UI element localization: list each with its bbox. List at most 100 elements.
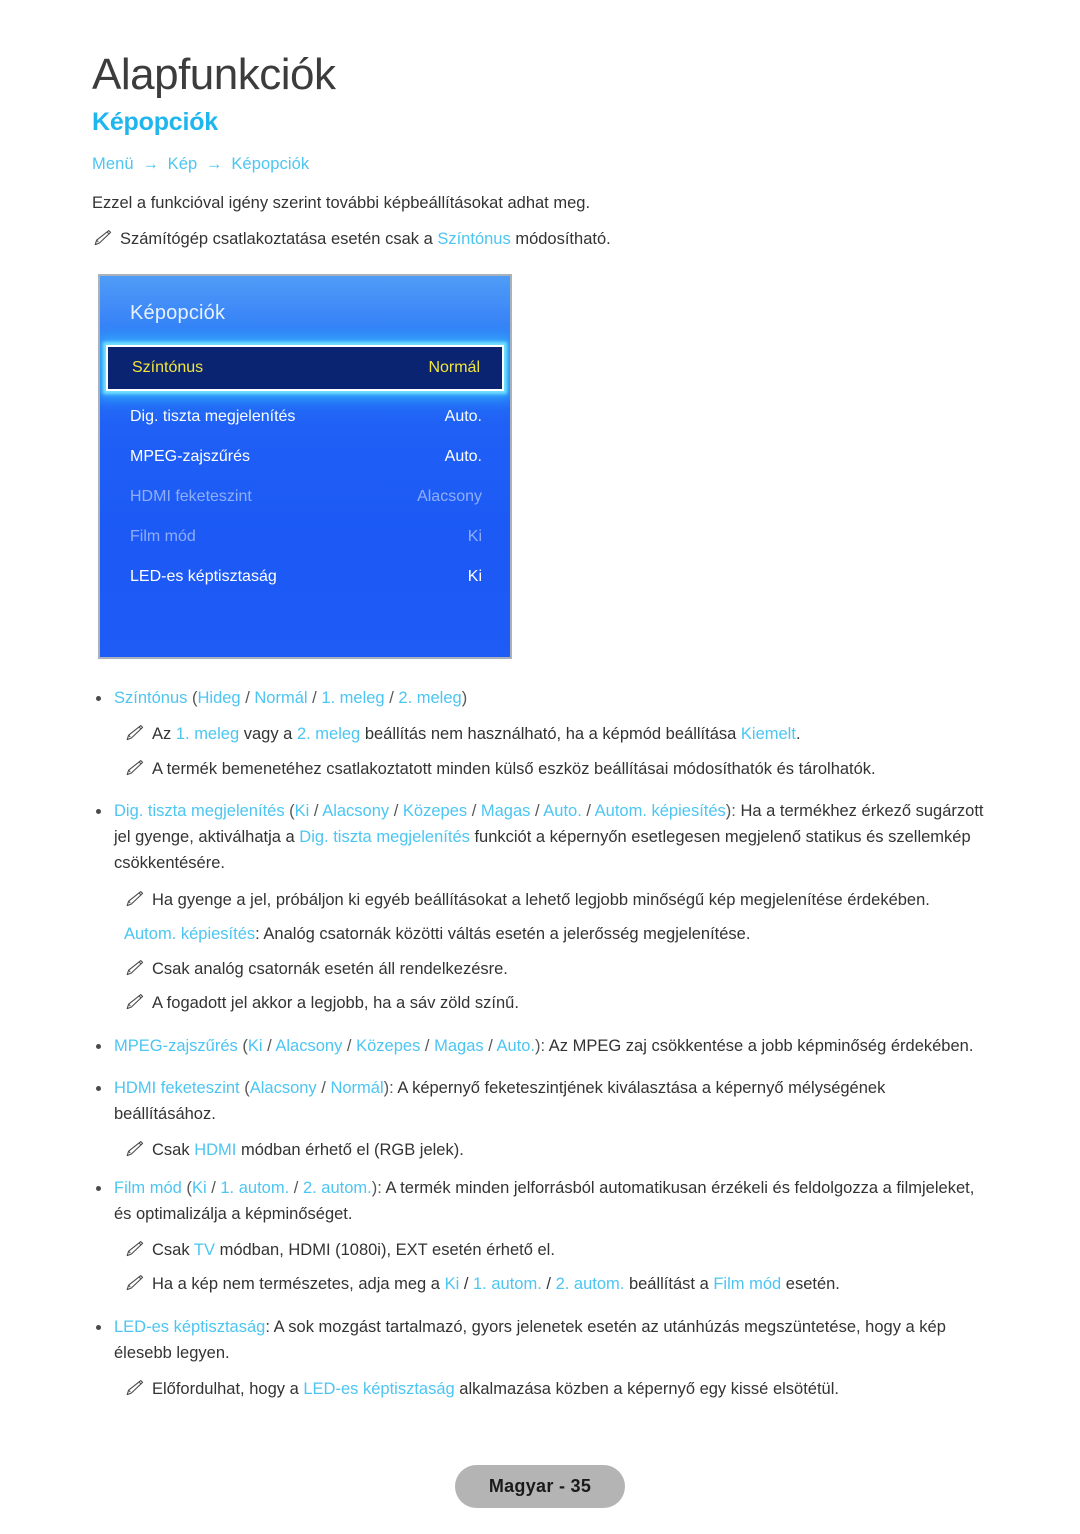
slash: / — [483, 1036, 497, 1055]
osd-row-led-es-keptisztasag[interactable]: LED-es képtisztaság Ki — [100, 557, 510, 597]
note-text: Csak analóg csatornák esetén áll rendelk… — [152, 959, 508, 978]
pencil-icon — [124, 993, 144, 1011]
bullet-text: Az MPEG zaj csökkentése a jobb képminősé… — [548, 1036, 974, 1055]
option-autom-kepiesites: Autom. képiesítés — [594, 802, 726, 821]
option-1-meleg: 1. meleg — [321, 689, 385, 708]
term-autom-kepiesites: Autom. képiesítés — [124, 925, 256, 944]
option-magas: Magas — [434, 1036, 484, 1055]
slash: / — [530, 802, 544, 821]
bullet-szintonus: Színtónus (Hideg / Normál / 1. meleg / 2… — [92, 685, 988, 711]
pencil-icon — [124, 1240, 144, 1258]
osd-row-value: Normál — [428, 359, 480, 377]
slash: / — [289, 1178, 303, 1197]
option-1-autom: 1. autom. — [473, 1275, 542, 1294]
breadcrumb-item-kepopciok[interactable]: Képopciók — [231, 155, 309, 173]
bullet-film-mod: Film mód (Ki / 1. autom. / 2. autom.): A… — [92, 1175, 988, 1227]
paren-open: ( — [181, 1178, 192, 1197]
breadcrumb: Menü → Kép → Képopciók — [92, 155, 988, 174]
term-led-es-keptisztasag: LED-es képtisztaság — [303, 1379, 455, 1398]
osd-row-mpeg-zajszures[interactable]: MPEG-zajszűrés Auto. — [100, 437, 510, 477]
term-szintonus: Színtónus — [437, 229, 511, 248]
note-csak-analog: Csak analóg csatornák esetén áll rendelk… — [124, 957, 988, 983]
term-dig-tiszta-megjelenites: Dig. tiszta megjelenítés — [114, 802, 285, 821]
slash: / — [206, 1178, 221, 1197]
osd-row-label: LED-es képtisztaság — [130, 568, 277, 586]
bullet-dig-tiszta-megjelenites: Dig. tiszta megjelenítés (Ki / Alacsony … — [92, 798, 988, 876]
osd-row-value: Ki — [467, 568, 482, 586]
option-1-autom: 1. autom. — [220, 1178, 290, 1197]
chevron-right-icon: → — [206, 155, 223, 174]
slash: / — [307, 689, 322, 708]
page-footer: Magyar - 35 — [0, 1465, 1080, 1508]
chapter-title: Alapfunkciók — [92, 50, 336, 99]
slash: / — [342, 1036, 357, 1055]
note-text: Ha a kép nem természetes, adja meg a Ki … — [152, 1275, 840, 1294]
bullet-mpeg-zajszures: MPEG-zajszűrés (Ki / Alacsony / Közepes … — [92, 1033, 988, 1059]
bullet-led-es-keptisztasag: LED-es képtisztaság: A sok mozgást tarta… — [92, 1314, 988, 1366]
osd-row-label: HDMI feketeszint — [130, 488, 252, 506]
osd-row-label: MPEG-zajszűrés — [130, 448, 251, 466]
pencil-icon — [124, 1274, 144, 1292]
osd-row-film-mod: Film mód Ki — [100, 517, 510, 557]
osd-row-value: Auto. — [444, 448, 482, 466]
term-led-es-keptisztasag: LED-es képtisztaság — [114, 1317, 266, 1336]
note-nem-termeszetes: Ha a kép nem természetes, adja meg a Ki … — [124, 1272, 988, 1298]
manual-page: Alapfunkciók Képopciók Menü → Kép → Képo… — [0, 0, 1080, 1534]
note-csak-hdmi: Csak HDMI módban érhető el (RGB jelek). — [124, 1138, 988, 1164]
option-magas: Magas — [480, 802, 531, 821]
paren-open: ( — [284, 802, 295, 821]
note-kulso-eszkoz: A termék bemenetéhez csatlakoztatott min… — [124, 757, 988, 783]
option-alacsony: Alacsony — [275, 1036, 343, 1055]
term-mpeg-zajszures: MPEG-zajszűrés — [114, 1036, 238, 1055]
option-1-meleg: 1. meleg — [175, 725, 240, 744]
pencil-icon — [124, 759, 144, 777]
slash: / — [316, 1078, 331, 1097]
paren-close: ): — [383, 1078, 398, 1097]
section-title: Képopciók — [92, 108, 218, 137]
breadcrumb-item-menu[interactable]: Menü — [92, 155, 134, 173]
osd-row-szintonus[interactable]: Színtónus Normál — [106, 345, 504, 392]
osd-row-label: Dig. tiszta megjelenítés — [130, 408, 296, 426]
option-kozepes: Közepes — [356, 1036, 421, 1055]
page-number-badge: Magyar - 35 — [454, 1465, 626, 1508]
option-ki: Ki — [444, 1275, 460, 1294]
osd-row-label: Színtónus — [132, 359, 204, 377]
paren-close: ) — [461, 689, 468, 708]
slash: / — [420, 1036, 435, 1055]
osd-row-value: Auto. — [444, 408, 482, 426]
option-2-meleg: 2. meleg — [398, 689, 462, 708]
paren-close: ): — [535, 1036, 549, 1055]
note-intro: Számítógép csatlakoztatása esetén csak a… — [92, 227, 988, 253]
pencil-icon — [124, 890, 144, 908]
paragraph-text: : Analóg csatornák közötti váltás esetén… — [255, 925, 751, 944]
paren-open: ( — [239, 1078, 250, 1097]
note-text: Csak HDMI módban érhető el (RGB jelek). — [152, 1140, 464, 1159]
option-2-autom: 2. autom. — [555, 1275, 625, 1294]
paren-open: ( — [187, 689, 198, 708]
pencil-icon — [124, 959, 144, 977]
slash: / — [581, 802, 595, 821]
pencil-icon — [124, 724, 144, 742]
paren-close: ): — [725, 802, 741, 821]
paragraph-autom-kepiesites: Autom. képiesítés: Analóg csatornák közö… — [124, 922, 988, 948]
osd-row-label: Film mód — [130, 528, 196, 546]
osd-row-dig-tiszta-megjelenites[interactable]: Dig. tiszta megjelenítés Auto. — [100, 397, 510, 437]
breadcrumb-item-kep[interactable]: Kép — [168, 155, 198, 173]
note-zold-sav: A fogadott jel akkor a legjobb, ha a sáv… — [124, 991, 988, 1017]
slash: / — [467, 802, 481, 821]
option-auto: Auto. — [543, 802, 582, 821]
osd-row-value: Alacsony — [417, 488, 482, 506]
option-alacsony: Alacsony — [249, 1078, 317, 1097]
paren-close: ): — [371, 1178, 386, 1197]
term-tv: TV — [193, 1240, 215, 1259]
pencil-icon — [124, 1379, 144, 1397]
option-normal: Normál — [330, 1078, 384, 1097]
option-ki: Ki — [247, 1036, 263, 1055]
note-text: Az 1. meleg vagy a 2. meleg beállítás ne… — [152, 725, 801, 744]
intro-paragraph: Ezzel a funkcióval igény szerint további… — [92, 194, 591, 213]
option-alacsony: Alacsony — [322, 802, 390, 821]
note-text: A termék bemenetéhez csatlakoztatott min… — [152, 759, 876, 778]
note-text: A fogadott jel akkor a legjobb, ha a sáv… — [152, 994, 519, 1013]
option-2-meleg: 2. meleg — [296, 725, 361, 744]
note-text: Ha gyenge a jel, próbáljon ki egyéb beál… — [152, 890, 930, 909]
